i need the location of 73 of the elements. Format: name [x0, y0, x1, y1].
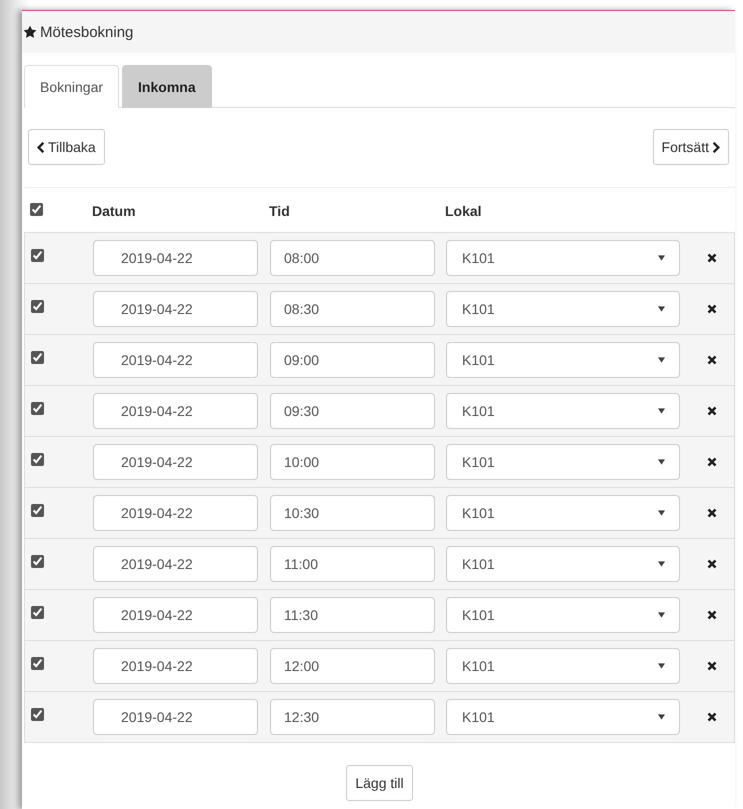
- row-checkbox[interactable]: [31, 555, 44, 568]
- caret-icon: [658, 561, 665, 567]
- room-dropdown[interactable]: K101: [446, 444, 680, 480]
- date-field[interactable]: 2019-04-22: [93, 240, 258, 276]
- time-field[interactable]: 11:30: [270, 597, 435, 633]
- caret-icon: [658, 663, 665, 669]
- date-field[interactable]: 2019-04-22: [93, 648, 258, 684]
- date-field[interactable]: 2019-04-22: [93, 291, 258, 327]
- next-button[interactable]: Fortsätt: [652, 129, 729, 165]
- row-checkbox[interactable]: [31, 453, 44, 466]
- delete-icon[interactable]: [707, 508, 717, 518]
- date-field[interactable]: 2019-04-22: [93, 699, 258, 735]
- date-field[interactable]: 2019-04-22: [93, 546, 258, 582]
- date-field[interactable]: 2019-04-22: [93, 597, 258, 633]
- delete-icon[interactable]: [707, 304, 717, 314]
- time-field[interactable]: 12:30: [270, 699, 435, 735]
- caret-icon: [658, 357, 665, 363]
- delete-icon[interactable]: [707, 712, 717, 722]
- date-field[interactable]: 2019-04-22: [93, 342, 258, 378]
- delete-icon[interactable]: [707, 406, 717, 416]
- row-checkbox[interactable]: [31, 402, 44, 415]
- row-checkbox[interactable]: [31, 708, 44, 721]
- time-field[interactable]: 11:00: [270, 546, 435, 582]
- delete-icon[interactable]: [707, 661, 717, 671]
- room-dropdown[interactable]: K101: [446, 699, 680, 735]
- caret-icon: [658, 714, 665, 720]
- caret-icon: [658, 306, 665, 312]
- delete-icon[interactable]: [707, 559, 717, 569]
- caret-icon: [658, 408, 665, 414]
- star-icon: [23, 25, 37, 39]
- date-field[interactable]: 2019-04-22: [93, 495, 258, 531]
- row-checkbox[interactable]: [31, 606, 44, 619]
- time-field[interactable]: 09:00: [270, 342, 435, 378]
- caret-icon: [658, 510, 665, 516]
- caret-icon: [658, 612, 665, 618]
- date-field[interactable]: 2019-04-22: [93, 444, 258, 480]
- delete-icon[interactable]: [707, 610, 717, 620]
- caret-icon: [658, 255, 665, 261]
- row-checkbox[interactable]: [31, 300, 44, 313]
- chevron-left-icon: [37, 142, 45, 152]
- room-dropdown[interactable]: K101: [446, 495, 680, 531]
- time-field[interactable]: 08:00: [270, 240, 435, 276]
- row-checkbox[interactable]: [31, 249, 44, 262]
- room-dropdown[interactable]: K101: [446, 342, 680, 378]
- room-dropdown[interactable]: K101: [446, 546, 680, 582]
- time-field[interactable]: 12:00: [270, 648, 435, 684]
- time-field[interactable]: 09:30: [270, 393, 435, 429]
- column-header: Lokal: [445, 203, 482, 219]
- select-all-checkbox[interactable]: [30, 203, 43, 216]
- room-dropdown[interactable]: K101: [446, 393, 680, 429]
- panel-title: Mötesbokning: [40, 24, 134, 40]
- column-header: Datum: [92, 203, 136, 219]
- room-dropdown[interactable]: K101: [446, 240, 680, 276]
- time-field[interactable]: 10:30: [270, 495, 435, 531]
- delete-icon[interactable]: [707, 457, 717, 467]
- time-field[interactable]: 10:00: [270, 444, 435, 480]
- delete-icon[interactable]: [707, 355, 717, 365]
- add-button[interactable]: Lägg till: [346, 765, 413, 801]
- back-button[interactable]: Tillbaka: [28, 129, 105, 165]
- tab[interactable]: Bokningar: [24, 65, 120, 108]
- tab[interactable]: Inkomna: [122, 65, 212, 108]
- date-field[interactable]: 2019-04-22: [93, 393, 258, 429]
- chevron-right-icon: [712, 142, 720, 152]
- room-dropdown[interactable]: K101: [446, 597, 680, 633]
- delete-icon[interactable]: [707, 253, 717, 263]
- row-checkbox[interactable]: [31, 504, 44, 517]
- row-checkbox[interactable]: [31, 351, 44, 364]
- time-field[interactable]: 08:30: [270, 291, 435, 327]
- room-dropdown[interactable]: K101: [446, 648, 680, 684]
- caret-icon: [658, 459, 665, 465]
- room-dropdown[interactable]: K101: [446, 291, 680, 327]
- row-checkbox[interactable]: [31, 657, 44, 670]
- column-header: Tid: [269, 203, 290, 219]
